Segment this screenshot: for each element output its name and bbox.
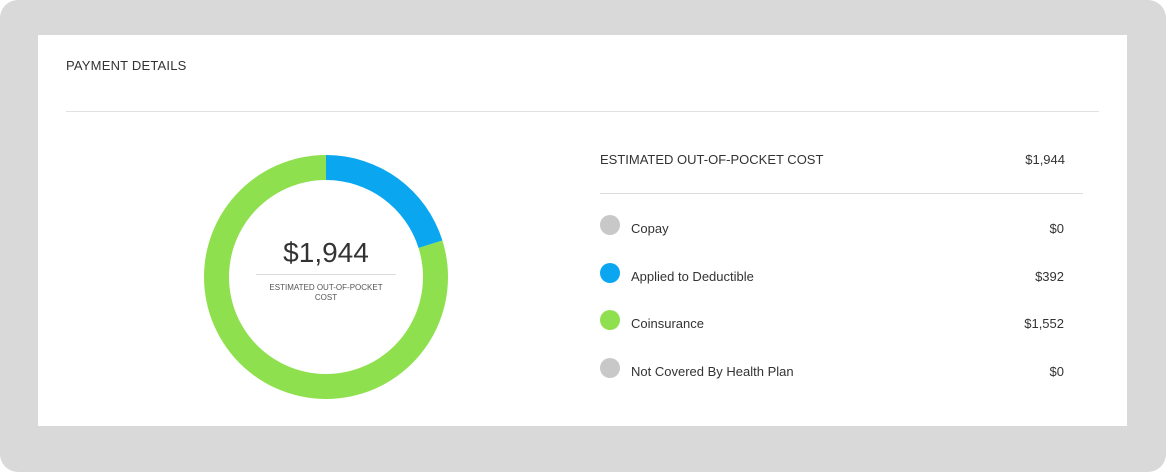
legend-dot-applied-to-deductible (600, 263, 620, 283)
legend-value: $1,552 (1024, 316, 1064, 331)
legend-label: Not Covered By Health Plan (631, 364, 794, 379)
legend-item-coinsurance: Coinsurance $1,552 (600, 310, 1064, 334)
donut-chart: $1,944 ESTIMATED OUT-OF-POCKET COST (204, 155, 448, 399)
summary-value: $1,944 (1025, 152, 1065, 167)
donut-slice-applied-to-deductible (326, 155, 443, 248)
screenshot-frame: PAYMENT DETAILS $1,944 ESTIMATED OUT-OF-… (0, 0, 1166, 472)
panel-divider (66, 111, 1099, 112)
panel-title: PAYMENT DETAILS (66, 58, 187, 73)
donut-center-value: $1,944 (283, 237, 369, 268)
legend-value: $0 (1049, 221, 1064, 236)
legend-dot-not-covered (600, 358, 620, 378)
donut-center-divider (256, 274, 396, 275)
legend-label: Applied to Deductible (631, 269, 754, 284)
legend-dot-coinsurance (600, 310, 620, 330)
legend-dot-copay (600, 215, 620, 235)
legend-label: Coinsurance (631, 316, 704, 331)
summary-label: ESTIMATED OUT-OF-POCKET COST (600, 152, 824, 167)
legend-item-not-covered-by-health-plan: Not Covered By Health Plan $0 (600, 358, 1064, 382)
summary-divider (600, 193, 1083, 194)
donut-chart-svg (204, 155, 448, 399)
legend-value: $392 (1035, 269, 1064, 284)
legend-value: $0 (1049, 364, 1064, 379)
payment-details-panel: PAYMENT DETAILS $1,944 ESTIMATED OUT-OF-… (38, 35, 1127, 426)
legend-item-copay: Copay $0 (600, 215, 1064, 239)
legend-label: Copay (631, 221, 669, 236)
donut-center-caption: ESTIMATED OUT-OF-POCKET COST (269, 283, 383, 302)
legend-item-applied-to-deductible: Applied to Deductible $392 (600, 263, 1064, 287)
